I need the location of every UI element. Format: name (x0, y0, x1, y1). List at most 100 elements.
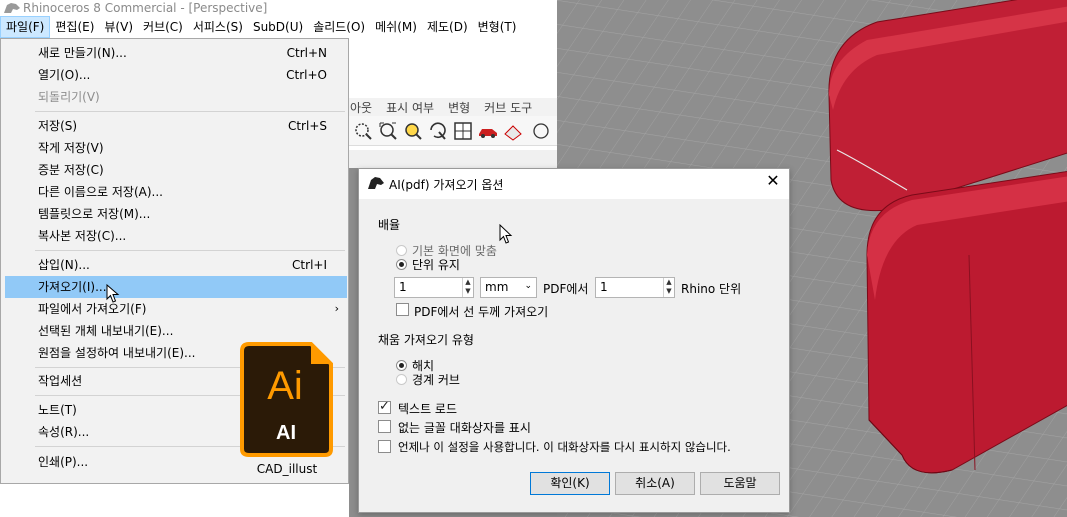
menu-item-label: 파일에서 가져오기(F) (38, 302, 147, 316)
toolbar (348, 116, 558, 146)
unit-select-value: mm (485, 280, 509, 294)
menu-item-save-as-template[interactable]: 템플릿으로 저장(M)... (5, 203, 347, 225)
menu-curve[interactable]: 커브(C) (138, 16, 188, 38)
menu-item-save-as[interactable]: 다른 이름으로 저장(A)... (5, 181, 347, 203)
menu-item-label: 열기(O)... (38, 68, 91, 82)
submenu-arrow-icon: › (334, 302, 339, 315)
menu-item-revert: 되돌리기(V) (5, 86, 347, 108)
scale-left-input[interactable]: 1 ▲ ▼ (394, 277, 474, 298)
checkbox-always-use[interactable] (378, 440, 391, 453)
zoom-window-icon[interactable] (352, 120, 374, 142)
menu-item-label: 저장(S) (38, 119, 78, 133)
menu-item-incremental-save[interactable]: 증분 저장(C) (5, 159, 347, 181)
rhino-unit-label: Rhino 단위 (681, 282, 742, 296)
mouse-cursor-icon (499, 224, 513, 244)
menu-item-label: 작업세션 (38, 374, 83, 388)
chevron-down-icon: ⌄ (524, 281, 532, 291)
dialog-title-bar: AI(pdf) 가져오기 옵션 ✕ (359, 169, 789, 199)
menu-view[interactable]: 뷰(V) (99, 16, 138, 38)
checkbox-import-line-width-label: PDF에서 선 두께 가져오기 (414, 305, 549, 319)
rhino-logo-icon (4, 3, 20, 13)
menu-item-export-selected[interactable]: 선택된 개체 내보내기(E)... (5, 320, 347, 342)
menu-item-label: 복사본 저장(C)... (38, 229, 127, 243)
menu-separator (35, 250, 345, 251)
pdf-scale-label: PDF에서 (543, 282, 589, 296)
radio-fit-screen[interactable] (396, 245, 407, 256)
menu-item-save[interactable]: 저장(S) Ctrl+S (5, 115, 347, 137)
menu-item-insert[interactable]: 삽입(N)... Ctrl+I (5, 254, 347, 276)
render-icon[interactable] (502, 120, 524, 142)
menu-transform[interactable]: 변형(T) (473, 16, 522, 38)
menu-item-new[interactable]: 새로 만들기(N)... Ctrl+N (5, 42, 347, 64)
desktop-icon-label: CAD_illust (256, 462, 318, 476)
radio-hatch[interactable] (396, 360, 407, 371)
menu-item-shortcut: Ctrl+N (286, 46, 327, 60)
menu-item-label: 증분 저장(C) (38, 163, 104, 177)
menu-item-label: 원점을 설정하여 내보내기(E)... (38, 346, 196, 360)
zoom-extents-icon[interactable] (377, 120, 399, 142)
spinner-arrows-icon[interactable]: ▲ ▼ (663, 278, 674, 297)
menu-separator (35, 111, 345, 112)
menu-mesh[interactable]: 메쉬(M) (370, 16, 422, 38)
menu-item-save-small[interactable]: 작게 저장(V) (5, 137, 347, 159)
menu-item-label: 되돌리기(V) (38, 90, 100, 104)
rotate-view-icon[interactable] (427, 120, 449, 142)
menu-item-label: 다른 이름으로 저장(A)... (38, 185, 163, 199)
help-button[interactable]: 도움말 (700, 472, 780, 495)
ok-button[interactable]: 확인(K) (530, 472, 610, 495)
menu-item-label: 가져오기(I)... (38, 280, 107, 294)
zoom-selected-icon[interactable] (402, 120, 424, 142)
checkbox-import-line-width[interactable] (396, 303, 409, 316)
mouse-cursor-icon (106, 284, 120, 303)
menu-solid[interactable]: 솔리드(O) (308, 16, 370, 38)
menu-item-label: 인쇄(P)... (38, 455, 89, 469)
toolbar-tabs: 아웃 표시 여부 변형 커브 도구 (348, 98, 558, 116)
menu-item-label: 템플릿으로 저장(M)... (38, 207, 151, 221)
menu-item-label: 삽입(N)... (38, 258, 90, 272)
checkbox-show-missing-fonts-label: 없는 글꼴 대화상자를 표시 (398, 421, 531, 435)
close-icon[interactable]: ✕ (765, 173, 781, 189)
scale-left-value: 1 (399, 280, 407, 294)
menu-drafting[interactable]: 제도(D) (422, 16, 473, 38)
rhino-logo-icon (368, 177, 384, 189)
spinner-arrows-icon[interactable]: ▲ ▼ (462, 278, 473, 297)
toolbar-tab[interactable]: 커브 도구 (484, 99, 532, 116)
toolbar-tab[interactable]: 변형 (448, 99, 470, 116)
background-panel (348, 150, 558, 170)
checkbox-load-text[interactable] (378, 399, 391, 414)
toolbar-tab[interactable]: 아웃 (350, 99, 372, 116)
car-icon[interactable] (477, 120, 499, 142)
menu-item-label: 새로 만들기(N)... (38, 46, 127, 60)
radio-keep-units[interactable] (396, 259, 407, 270)
menu-subd[interactable]: SubD(U) (248, 16, 308, 38)
menu-item-import-from-file[interactable]: 파일에서 가져오기(F) › (5, 298, 347, 320)
dialog-body: 배율 기본 화면에 맞춤 단위 유지 1 ▲ ▼ mm ⌄ PDF에서 1 ▲ ▼ … (359, 199, 789, 514)
scale-section-label: 배율 (378, 218, 401, 232)
menu-edit[interactable]: 편집(E) (50, 16, 99, 38)
menu-item-open[interactable]: 열기(O)... Ctrl+O (5, 64, 347, 86)
menu-surface[interactable]: 서피스(S) (188, 16, 248, 38)
circle-tool-icon[interactable] (527, 120, 549, 142)
cancel-button[interactable]: 취소(A) (615, 472, 695, 495)
four-viewports-icon[interactable] (452, 120, 474, 142)
menu-file[interactable]: 파일(F) (0, 16, 51, 38)
illustrator-file-icon[interactable]: Ai AI (239, 341, 334, 458)
menu-item-save-copy[interactable]: 복사본 저장(C)... (5, 225, 347, 247)
ai-glyph-top: Ai (267, 364, 303, 408)
toolbar-tab[interactable]: 표시 여부 (386, 99, 434, 116)
menu-item-label: 선택된 개체 내보내기(E)... (38, 324, 174, 338)
window-title: Rhinoceros 8 Commercial - [Perspective] (23, 1, 268, 15)
menu-item-shortcut: Ctrl+O (286, 68, 327, 82)
menu-bar: 파일(F) 편집(E) 뷰(V) 커브(C) 서피스(S) SubD(U) 솔리… (0, 16, 560, 38)
unit-select[interactable]: mm ⌄ (480, 277, 537, 298)
scale-right-input[interactable]: 1 ▲ ▼ (595, 277, 675, 298)
menu-item-import[interactable]: 가져오기(I)... (5, 276, 347, 298)
checkbox-always-use-label: 언제나 이 설정을 사용합니다. 이 대화상자를 다시 표시하지 않습니다. (398, 440, 731, 454)
ai-import-options-dialog: AI(pdf) 가져오기 옵션 ✕ 배율 기본 화면에 맞춤 단위 유지 1 ▲… (358, 168, 790, 513)
checkbox-show-missing-fonts[interactable] (378, 420, 391, 433)
title-bar: Rhinoceros 8 Commercial - [Perspective] (0, 0, 560, 16)
scale-right-value: 1 (600, 280, 608, 294)
radio-keep-units-label: 단위 유지 (412, 258, 460, 272)
menu-item-label: 노트(T) (38, 403, 77, 417)
radio-boundary-curve[interactable] (396, 374, 407, 385)
